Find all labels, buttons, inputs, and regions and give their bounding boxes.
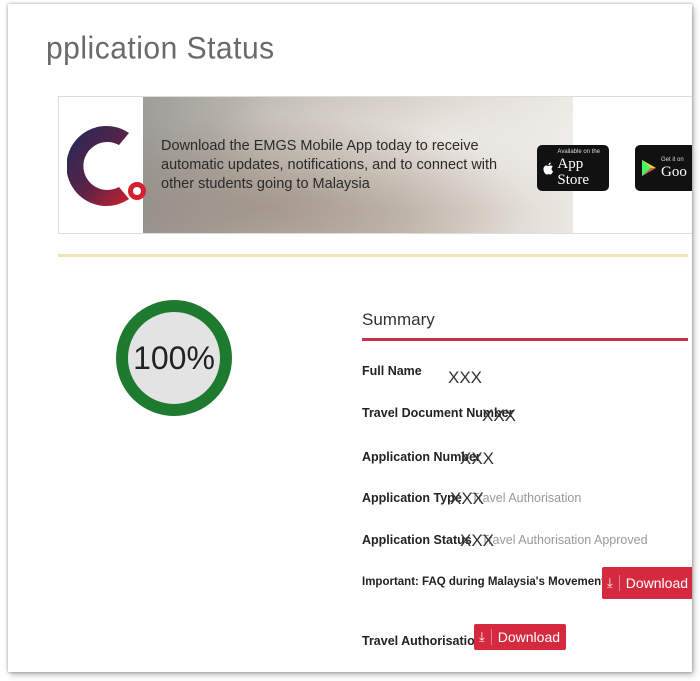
faq-download-button[interactable]: ⤓ Download [602, 567, 692, 599]
application-status-label: Application Status [362, 533, 472, 547]
google-play-big: Goo [661, 163, 687, 180]
application-type-value: Travel Authorisation [471, 491, 582, 505]
application-type-mask: XXX [450, 489, 485, 508]
app-store-small: Available on the [557, 148, 601, 155]
application-status-value: Travel Authorisation Approved [481, 533, 648, 547]
app-download-banner[interactable]: Download the EMGS Mobile App today to re… [58, 96, 692, 234]
application-type-label: Application Type [362, 491, 462, 505]
full-name-value: XXX [448, 368, 483, 387]
download-icon: ⤓ [479, 629, 492, 645]
travel-document-value: XXX [482, 406, 517, 425]
play-icon [642, 160, 656, 176]
summary-divider [362, 338, 688, 341]
application-status-panel: pplication Status Download the EMGS Mobi… [8, 4, 692, 672]
letter-download-label: Download [497, 629, 561, 645]
faq-download-label: Download [625, 575, 689, 591]
apple-icon [543, 162, 554, 175]
application-status-mask: XXX [460, 531, 495, 550]
section-divider [58, 254, 688, 257]
google-play-small: Get it on [661, 156, 684, 163]
application-status-row: Application Status Travel Authorisation … [362, 533, 648, 547]
progress-percent: 100% [133, 339, 215, 376]
application-number-value: XXX [460, 449, 495, 468]
app-store-big: App Store [557, 155, 590, 188]
letter-download-button[interactable]: ⤓ Download [474, 624, 567, 650]
banner-message: Download the EMGS Mobile App today to re… [161, 138, 498, 192]
google-play-button[interactable]: Get it on Goo [635, 145, 692, 191]
download-icon: ⤓ [607, 575, 620, 591]
full-name-label: Full Name [362, 364, 422, 378]
page-title: pplication Status [46, 31, 275, 66]
app-store-button[interactable]: Available on the App Store [537, 145, 609, 191]
emgs-logo-icon [67, 126, 146, 206]
summary-title: Summary [362, 310, 435, 329]
full-name-row: Full Name [362, 364, 422, 378]
